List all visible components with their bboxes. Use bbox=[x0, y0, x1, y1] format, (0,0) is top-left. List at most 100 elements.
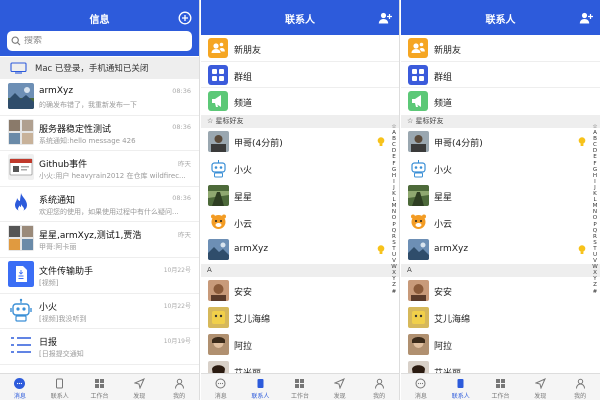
tab-messages[interactable]: 消息 bbox=[0, 374, 40, 400]
channels-item[interactable]: 频道 bbox=[401, 88, 600, 115]
contact-item[interactable]: 安安 bbox=[401, 277, 600, 304]
tab-workspace[interactable]: 工作台 bbox=[481, 374, 521, 400]
contact-name: 小云 bbox=[434, 220, 453, 230]
tab-discover[interactable]: 发现 bbox=[520, 374, 560, 400]
conversation-item[interactable]: 星星,armXyz,测试1,贾浩 甲哥:阿卡丽 昨天 bbox=[0, 222, 199, 258]
contact-item[interactable]: armXyz bbox=[201, 236, 399, 263]
contact-item[interactable]: 安安 bbox=[201, 277, 399, 304]
contact-item[interactable]: 小火 bbox=[201, 155, 399, 182]
contact-item[interactable]: 星星 bbox=[201, 182, 399, 209]
messages-screen: 信息 Mac 已登录，手机通知已关闭 armXyz 的确发布错了，我重新发布一下… bbox=[0, 0, 200, 400]
person-icon bbox=[374, 378, 384, 389]
tab-label: 工作台 bbox=[90, 393, 109, 400]
conversation-time: 昨天 bbox=[178, 160, 191, 169]
tab-contacts[interactable]: 联系人 bbox=[441, 374, 481, 400]
conversation-name: 星星,armXyz,测试1,贾浩 bbox=[39, 231, 142, 242]
contact-item[interactable]: 小云 bbox=[201, 209, 399, 236]
contacts-book-icon bbox=[257, 379, 264, 388]
contact-entries: 新朋友 群组 频道 bbox=[201, 35, 399, 115]
avatar bbox=[208, 280, 229, 301]
tab-me[interactable]: 我的 bbox=[560, 374, 600, 400]
tab-workspace[interactable]: 工作台 bbox=[80, 374, 120, 400]
conversation-item[interactable]: 日报 [日报提交通知 10月19号 bbox=[0, 329, 199, 365]
conversation-preview: 的确发布错了，我重新发布一下 bbox=[39, 101, 137, 109]
contact-list-a: 安安 艾儿海绵 阿拉 艾米丽 bbox=[201, 277, 399, 385]
index-letter[interactable]: # bbox=[593, 289, 598, 295]
add-contact-button[interactable] bbox=[579, 11, 593, 25]
tab-label: 发现 bbox=[534, 393, 547, 400]
conversation-preview: [日报提交通知 bbox=[39, 350, 84, 359]
contact-name: armXyz bbox=[234, 244, 269, 254]
avatar bbox=[208, 239, 229, 260]
alphabet-index[interactable]: ☆ A B C D E F G H I J K L M N O P Q R S … bbox=[390, 124, 398, 295]
contact-item[interactable]: armXyz bbox=[401, 236, 600, 263]
contact-item[interactable]: 小云 bbox=[401, 209, 600, 236]
contact-name: 星星 bbox=[434, 193, 453, 203]
contact-item[interactable]: 艾儿海绵 bbox=[401, 304, 600, 331]
tiger-avatar-icon bbox=[408, 212, 429, 233]
photo-avatar-icon bbox=[408, 307, 429, 328]
conversation-name: 小火 bbox=[39, 302, 58, 313]
tab-contacts[interactable]: 联系人 bbox=[241, 374, 281, 400]
contact-item[interactable]: 阿拉 bbox=[401, 331, 600, 358]
conversation-preview: 欢迎您的使用，如果使用过程中有什么疑问... bbox=[39, 207, 179, 216]
robot-icon bbox=[8, 296, 34, 323]
landscape-avatar-icon bbox=[408, 239, 429, 260]
contacts-header: 联系人 bbox=[201, 0, 399, 35]
chat-bubble-icon bbox=[215, 378, 226, 389]
tab-label: 联系人 bbox=[251, 393, 270, 400]
tab-workspace[interactable]: 工作台 bbox=[280, 374, 320, 400]
section-header-a: A bbox=[201, 264, 399, 277]
contact-item[interactable]: 阿拉 bbox=[201, 331, 399, 358]
conversation-item[interactable]: armXyz 的确发布错了，我重新发布一下 08:36 bbox=[0, 80, 199, 116]
landscape-avatar-icon bbox=[208, 239, 229, 260]
index-letter[interactable]: # bbox=[392, 289, 397, 295]
entry-label: 群组 bbox=[234, 72, 253, 83]
tiger-avatar-icon bbox=[208, 212, 229, 233]
new-friends-item[interactable]: 新朋友 bbox=[401, 35, 600, 62]
avatar bbox=[408, 158, 429, 179]
conversation-item[interactable]: 小火 [视频]我没听到 10月22号 bbox=[0, 294, 199, 330]
photo-avatar-icon bbox=[208, 334, 229, 355]
tab-discover[interactable]: 发现 bbox=[320, 374, 360, 400]
new-friends-item[interactable]: 新朋友 bbox=[201, 35, 399, 62]
conversation-time: 10月22号 bbox=[163, 302, 191, 310]
tab-contacts[interactable]: 联系人 bbox=[40, 374, 80, 400]
contact-item[interactable]: 甲哥(4分前) bbox=[401, 128, 600, 155]
tab-label: 联系人 bbox=[50, 393, 69, 400]
add-button[interactable] bbox=[178, 11, 192, 25]
contact-item[interactable]: 甲哥(4分前) bbox=[201, 128, 399, 155]
tab-me[interactable]: 我的 bbox=[359, 374, 399, 400]
conversation-item[interactable]: 文件传输助手 [视频] 10月22号 bbox=[0, 258, 199, 294]
contact-name: 甲哥(4分前) bbox=[434, 139, 483, 149]
contact-item[interactable]: 星星 bbox=[401, 182, 600, 209]
person-icon bbox=[174, 378, 184, 389]
contacts-book-icon bbox=[56, 378, 64, 389]
conversation-item[interactable]: 服务器稳定性测试 系统通知:hello message 426 08:36 bbox=[0, 116, 199, 152]
avatar bbox=[408, 239, 429, 260]
notice-text: Mac 已登录，手机通知已关闭 bbox=[35, 64, 149, 74]
alphabet-index[interactable]: ☆ A B C D E F G H I J K L M N O P Q R S … bbox=[591, 124, 599, 295]
tab-label: 工作台 bbox=[491, 393, 510, 400]
conversation-item[interactable]: 系统通知 欢迎您的使用，如果使用过程中有什么疑问... 08:36 bbox=[0, 187, 199, 223]
login-notice[interactable]: Mac 已登录，手机通知已关闭 bbox=[0, 57, 199, 79]
tab-me[interactable]: 我的 bbox=[159, 374, 199, 400]
contact-name: 艾儿海绵 bbox=[234, 315, 271, 325]
tab-label: 联系人 bbox=[451, 393, 470, 400]
tab-messages[interactable]: 消息 bbox=[401, 374, 441, 400]
add-contact-button[interactable] bbox=[378, 11, 392, 25]
contact-item[interactable]: 艾儿海绵 bbox=[201, 304, 399, 331]
contact-entries: 新朋友 群组 频道 bbox=[401, 35, 600, 115]
channels-item[interactable]: 频道 bbox=[201, 88, 399, 115]
tab-discover[interactable]: 发现 bbox=[119, 374, 159, 400]
add-person-icon bbox=[579, 12, 593, 24]
conversation-item[interactable]: Github事件 小火:用户 heavyrain2012 在仓库 wildfir… bbox=[0, 151, 199, 187]
search-box[interactable] bbox=[7, 31, 192, 51]
conversation-name: 文件传输助手 bbox=[39, 266, 94, 277]
groups-item[interactable]: 群组 bbox=[201, 62, 399, 89]
groups-item[interactable]: 群组 bbox=[401, 62, 600, 89]
tab-messages[interactable]: 消息 bbox=[201, 374, 241, 400]
send-arrow-icon bbox=[133, 378, 145, 389]
contact-item[interactable]: 小火 bbox=[401, 155, 600, 182]
search-input[interactable] bbox=[24, 36, 174, 46]
